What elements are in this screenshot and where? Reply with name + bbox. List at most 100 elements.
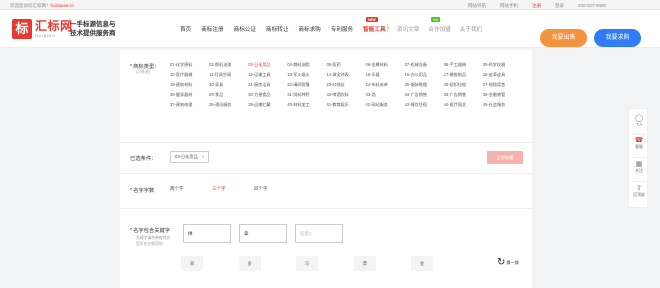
category-option[interactable]: 18-皮革皮具 xyxy=(483,72,522,77)
length-label: *名字字数 xyxy=(130,188,155,194)
category-option[interactable]: 08-手工器械 xyxy=(444,62,483,67)
category-option[interactable]: 30-方便食品 xyxy=(248,92,287,97)
category-option[interactable]: 13-军火烟火 xyxy=(287,72,326,77)
category-option[interactable]: 35-广告销售 xyxy=(444,92,483,97)
welcome-label: 欢迎您访问汇标网！ xyxy=(10,2,51,8)
length-option[interactable]: 三个字 xyxy=(212,186,254,192)
category-option[interactable]: 11-灯具空调 xyxy=(209,72,248,77)
keyword-input-1[interactable]: 拼 xyxy=(183,224,231,243)
favorite-button[interactable]: 立即收藏 xyxy=(487,151,523,164)
category-option[interactable]: 22-绳网袋篷 xyxy=(287,82,326,87)
category-option[interactable]: 02-颜料油漆 xyxy=(209,62,248,67)
category-option[interactable]: 20-家具 xyxy=(209,82,248,87)
site-domain[interactable]: huibiaow.cn xyxy=(51,3,75,8)
category-option[interactable]: 14-珠宝钟表 xyxy=(326,72,365,77)
buy-button[interactable]: 我要求购 xyxy=(594,29,641,47)
sidebar-item-back-to-top[interactable]: ⇧ 回顶部 xyxy=(629,185,649,198)
suggestion-key[interactable]: 马 xyxy=(296,256,318,271)
category-option[interactable]: 10-医疗器械 xyxy=(170,72,209,77)
nav-item-1[interactable]: 商标注册 xyxy=(201,25,223,33)
category-option[interactable]: 03-日化用品 xyxy=(248,62,287,67)
nav-label: 商标公证 xyxy=(233,27,256,33)
category-option[interactable]: 24-布料床单 xyxy=(366,82,405,87)
category-grid: 01-化学原料 02-颜料油漆 03-日化用品 04-燃料油脂 05-医药 06-金属材料… xyxy=(170,62,522,107)
category-option[interactable]: 33-酒 xyxy=(366,92,405,97)
suggestion-key[interactable]: 漂 xyxy=(353,256,376,271)
category-option[interactable]: 32-啤酒饮料 xyxy=(326,92,365,97)
category-note: (可多选) xyxy=(136,70,150,74)
category-option[interactable]: 16-办公用品 xyxy=(405,72,444,77)
mobile-link[interactable]: 网站手机 xyxy=(500,3,518,9)
category-option[interactable]: 23-纱线丝 xyxy=(326,82,365,87)
nav-label: 商标注册 xyxy=(201,27,224,33)
divider xyxy=(120,173,532,174)
length-option[interactable]: 两个字 xyxy=(170,186,212,192)
sidebar-item-follow[interactable]: ▦ 关注 xyxy=(629,161,649,174)
category-option[interactable]: 42-网站服务 xyxy=(366,102,405,107)
site-nav-link[interactable]: 网站导航 xyxy=(468,3,486,9)
category-option[interactable]: 26-纽扣拉链 xyxy=(444,82,483,87)
sidebar-item-personal[interactable]: ◯ 个人 xyxy=(629,115,649,128)
logo[interactable]: 标 汇标网 HUIBIAO xyxy=(12,19,73,39)
selected-chip[interactable]: 03-日化用品 × xyxy=(170,151,210,163)
register-link[interactable]: 注册 xyxy=(532,3,541,9)
close-icon[interactable]: × xyxy=(202,154,204,159)
nav-item-0[interactable]: 首页 xyxy=(180,25,191,33)
suggestion-key[interactable]: 采 xyxy=(181,256,203,271)
suggestion-key[interactable]: 多 xyxy=(238,256,261,271)
category-option[interactable]: 40-材料加工 xyxy=(287,102,326,107)
suggestion-key[interactable]: 金 xyxy=(411,256,433,271)
nav-item-5[interactable]: 专利服务 xyxy=(331,25,353,33)
category-label: *商标类型： xyxy=(130,64,160,70)
category-option[interactable]: 31-饲料种籽 xyxy=(287,92,326,97)
category-option[interactable]: 43-餐饮住宿 xyxy=(405,102,444,107)
login-link[interactable]: 登录 xyxy=(555,3,564,9)
category-option[interactable]: 27-地毯席垫 xyxy=(483,82,522,87)
keyword-input-2[interactable]: 拿 xyxy=(239,224,287,243)
category-option[interactable]: 36-金融物管 xyxy=(483,92,522,97)
refresh-button[interactable]: ↻ 换一换 xyxy=(497,258,519,268)
sell-button[interactable]: 我要出售 xyxy=(540,29,587,47)
category-option[interactable]: 41-教育娱乐 xyxy=(326,102,365,107)
keyword-label: *名字包含关键字 xyxy=(130,228,171,234)
category-option[interactable]: 05-医药 xyxy=(326,62,365,67)
category-option[interactable]: 44-医疗园艺 xyxy=(444,102,483,107)
nav-label: 关于我们 xyxy=(459,27,483,33)
category-option[interactable]: 07-机械设备 xyxy=(405,62,444,67)
phone-number: 400-027-9090 xyxy=(578,2,607,8)
refresh-icon: ↻ xyxy=(497,257,506,268)
category-option[interactable]: 28-健身器材 xyxy=(170,92,209,97)
category-option[interactable]: 17-橡胶制品 xyxy=(444,72,483,77)
category-option[interactable]: 06-金属材料 xyxy=(366,62,405,67)
logo-mark: 标 xyxy=(12,19,32,39)
category-option[interactable]: 29-食品 xyxy=(209,92,248,97)
logo-name: 汇标网 xyxy=(35,19,73,33)
secondary-nav-item-0[interactable]: 资讯文章 xyxy=(397,25,419,33)
category-option[interactable]: 37-建筑修理 xyxy=(170,102,209,107)
category-option[interactable]: 01-化学原料 xyxy=(170,62,209,67)
top-links: 网站导航 网站手机 注册 登录 400-027-9090 xyxy=(468,3,606,9)
length-option[interactable]: 四个字 xyxy=(254,186,296,192)
keyword-label-text: 名字包含关键字 xyxy=(133,228,171,234)
logo-sub: HUIBIAO xyxy=(35,33,56,38)
category-option[interactable]: 45-社会服务 xyxy=(483,102,522,107)
secondary-nav-item-1[interactable]: 合作加盟 hot xyxy=(428,17,451,33)
category-option[interactable]: 04-燃料油脂 xyxy=(287,62,326,67)
category-option[interactable]: 19-建筑材料 xyxy=(170,82,209,87)
category-option[interactable]: 39-运输贮藏 xyxy=(248,102,287,107)
category-option[interactable]: 34-广告销售 xyxy=(405,92,444,97)
nav-item-3[interactable]: 商标转让 xyxy=(266,25,288,33)
category-option[interactable]: 25-服装鞋帽 xyxy=(405,82,444,87)
category-option[interactable]: 21-厨房洁具 xyxy=(248,82,287,87)
secondary-nav-item-2[interactable]: 关于我们 xyxy=(460,25,482,33)
nav-item-2[interactable]: 商标公证 xyxy=(234,25,256,33)
category-option[interactable]: 15-乐器 xyxy=(366,72,405,77)
category-option[interactable]: 12-运输工具 xyxy=(248,72,287,77)
category-option[interactable]: 38-通讯服务 xyxy=(209,102,248,107)
keyword-input-3[interactable]: 任意2 xyxy=(295,224,343,243)
nav-item-4[interactable]: 商标求购 xyxy=(298,25,320,33)
category-option[interactable]: 09-科学仪器 xyxy=(483,62,522,67)
sidebar-item-service[interactable]: ☎ 客服 xyxy=(629,137,649,150)
hot-badge: hot xyxy=(431,17,440,22)
divider xyxy=(387,24,388,32)
